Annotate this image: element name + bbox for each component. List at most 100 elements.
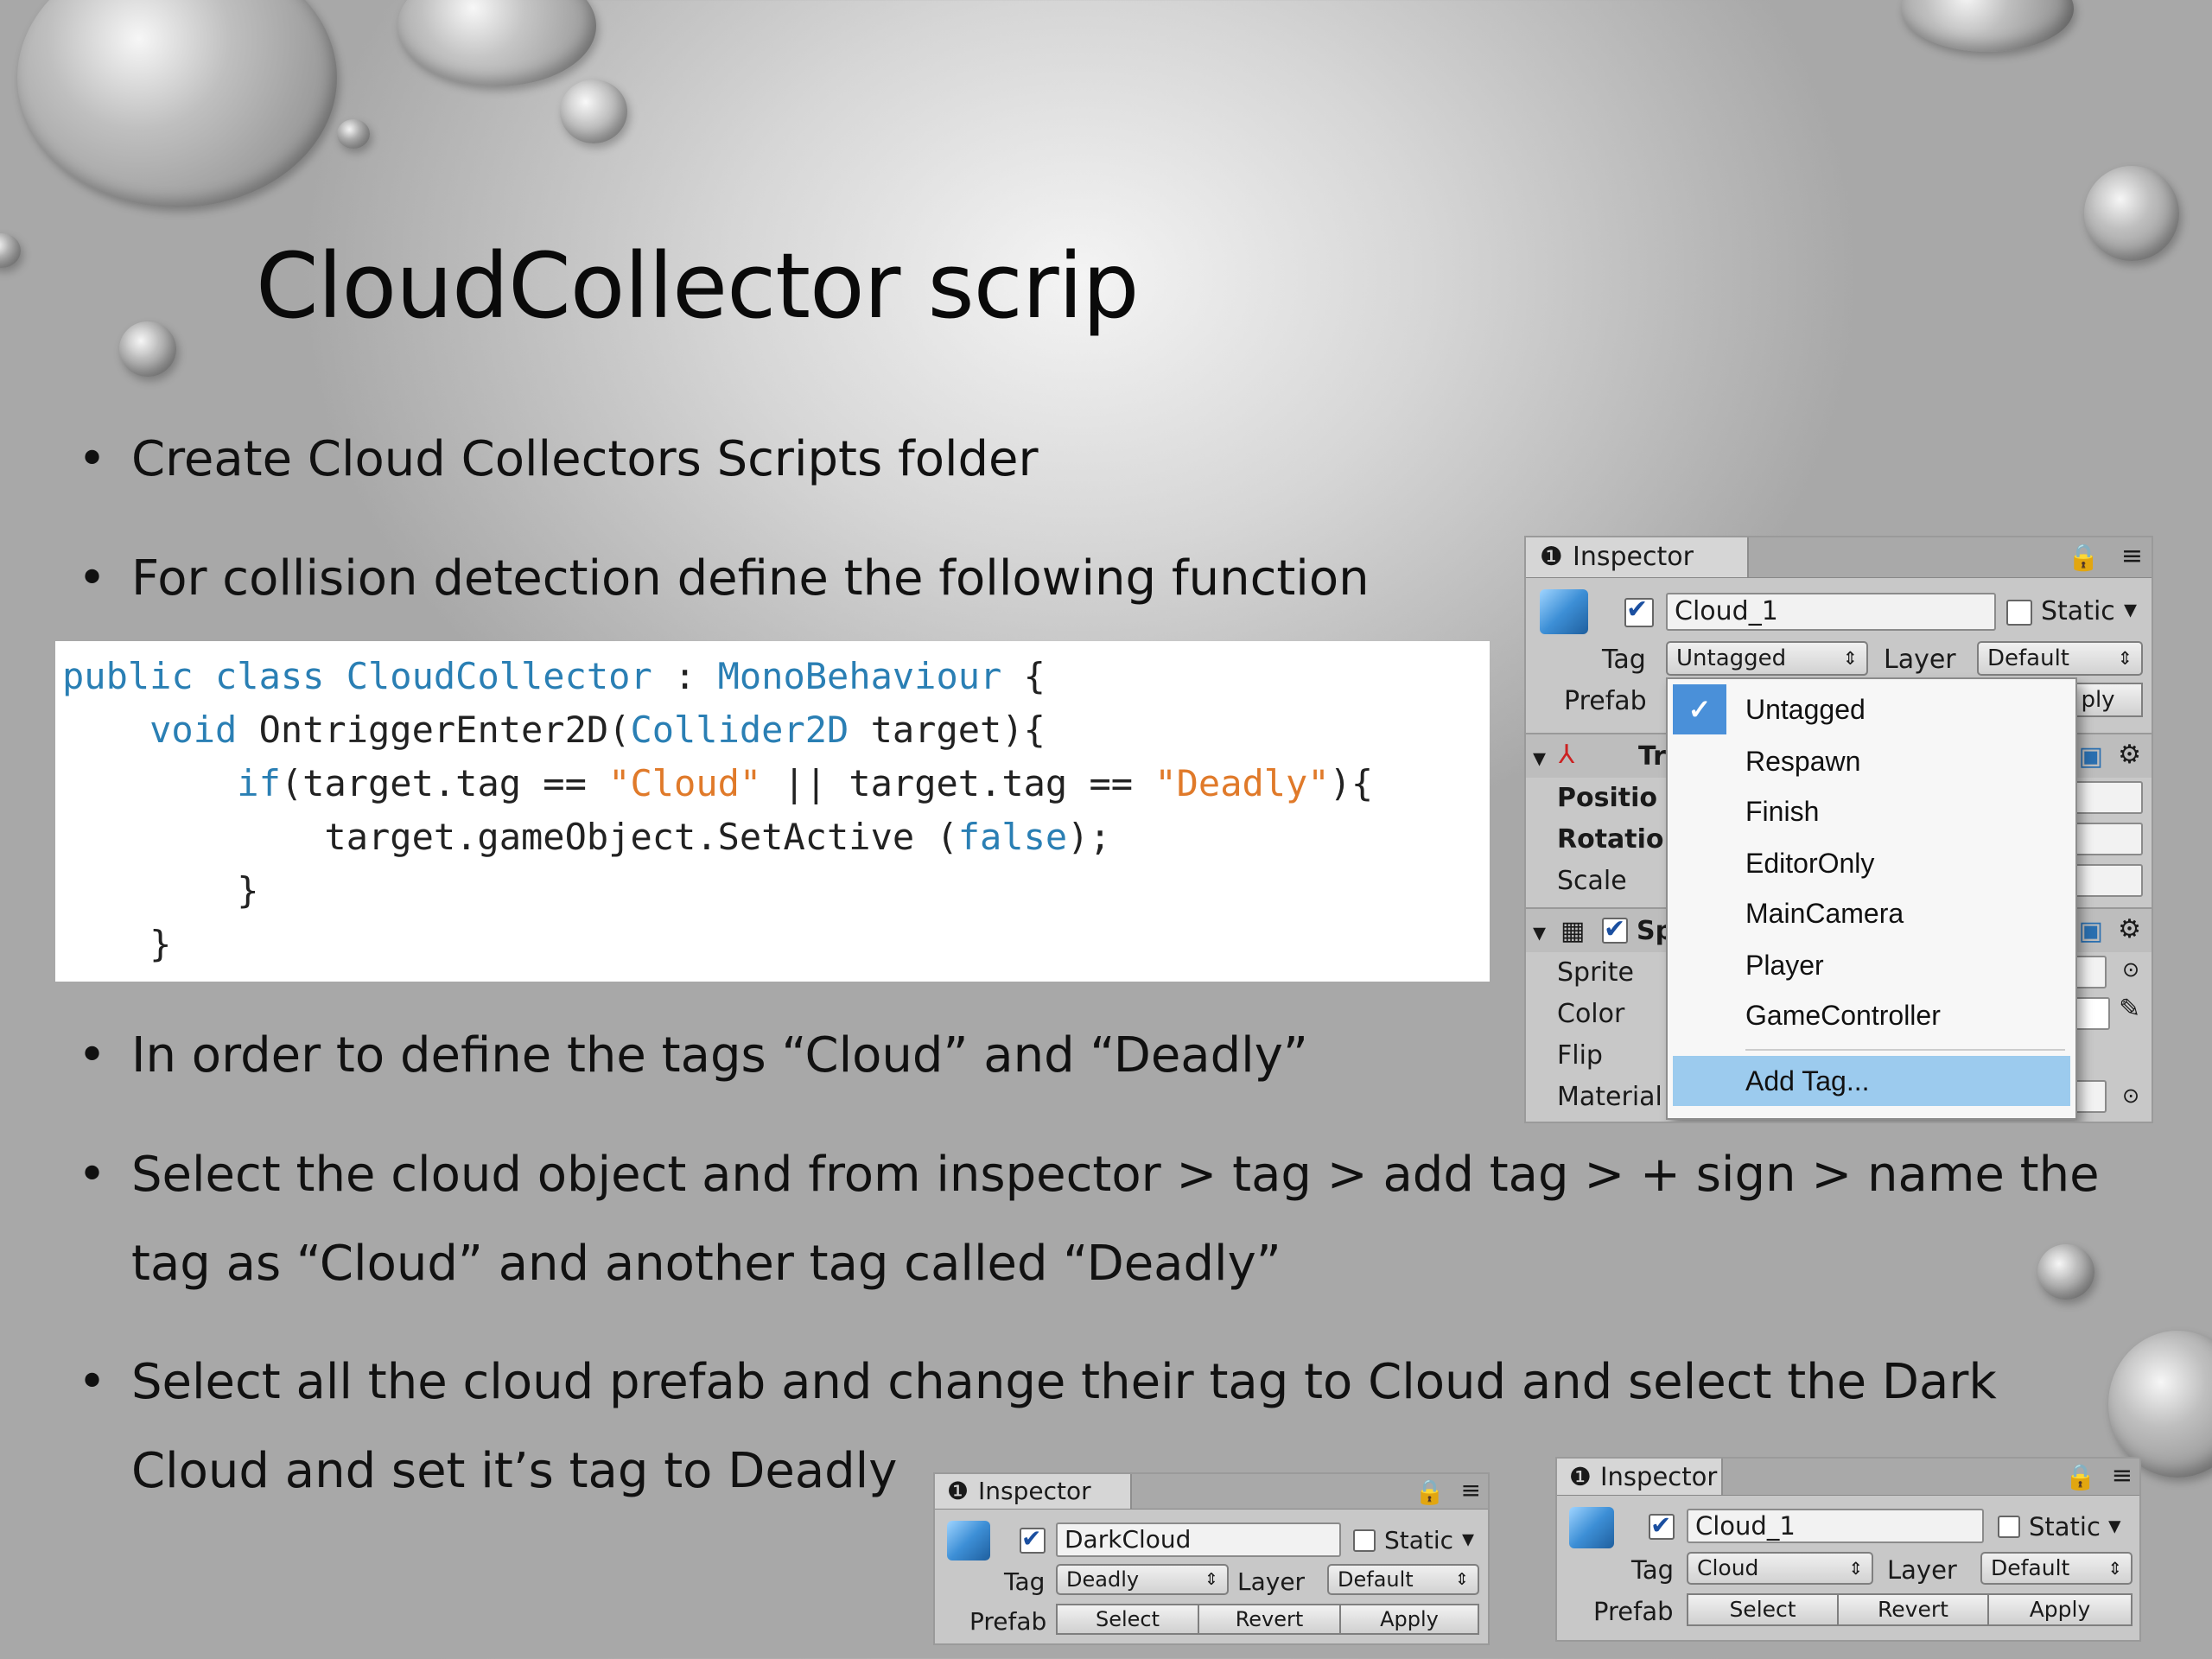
bullet-text: Select the cloud object and from inspect…	[131, 1147, 2100, 1292]
help-icon[interactable]: ▣	[2079, 741, 2103, 772]
tag-dropdown[interactable]: Cloud ⇕	[1687, 1552, 1873, 1585]
inspector-panel-main: ❶ Inspector 🔒 ≡ Cloud_1 Static ▾ Tag Unt…	[1524, 536, 2153, 1123]
static-checkbox[interactable]	[2006, 600, 2032, 626]
checkmark-icon: ✓	[1673, 684, 1726, 734]
select-button[interactable]: Select	[1056, 1604, 1199, 1635]
code-line: }	[62, 923, 172, 965]
chevron-down-icon[interactable]: ▾	[2124, 594, 2137, 625]
rotation-label: Rotatio	[1557, 824, 1664, 855]
menu-item-editoronly[interactable]: EditorOnly	[1668, 838, 2075, 888]
inspector-tabbar: ❶ Inspector 🔒 ≡	[1526, 537, 2152, 578]
menu-item-add-tag[interactable]: Add Tag...	[1673, 1056, 2070, 1106]
inspector-tab[interactable]: ❶ Inspector	[1557, 1459, 1723, 1495]
inspector-tabbar: ❶ Inspector 🔒 ≡	[935, 1474, 1488, 1510]
layer-dropdown[interactable]: Default ⇕	[1327, 1564, 1479, 1595]
menu-icon[interactable]: ≡	[2112, 1460, 2133, 1490]
sprite-renderer-enabled-checkbox[interactable]	[1602, 914, 1628, 944]
bullet-symbol: •	[78, 1354, 107, 1410]
inspector-tabbar: ❶ Inspector 🔒 ≡	[1557, 1459, 2139, 1496]
bullet-symbol: •	[78, 1147, 107, 1203]
menu-item-player[interactable]: Player	[1668, 940, 2075, 990]
inspector-tab[interactable]: ❶ Inspector	[935, 1474, 1132, 1509]
static-label: Static	[2029, 1512, 2101, 1541]
select-button[interactable]: Select	[1687, 1593, 1839, 1626]
code-line: target.gameObject.SetActive (false);	[62, 816, 1111, 858]
tag-label: Tag	[1631, 1555, 1675, 1585]
foldout-arrow-icon[interactable]: ▾	[1533, 743, 1546, 773]
gear-icon[interactable]: ⚙	[2118, 740, 2141, 770]
code-line: void OntriggerEnter2D(Collider2D target)…	[62, 709, 1046, 751]
lock-icon[interactable]: 🔒	[2068, 543, 2100, 573]
prefab-label: Prefab	[1593, 1597, 1674, 1626]
info-icon: ❶	[1569, 1462, 1592, 1491]
info-icon: ❶	[1540, 542, 1563, 572]
menu-item-finish[interactable]: Finish	[1668, 786, 2075, 836]
tag-label: Tag	[1004, 1567, 1046, 1596]
color-label: Color	[1557, 999, 1625, 1029]
tag-dropdown-menu: ✓ Untagged Respawn Finish EditorOnly Mai…	[1666, 677, 2077, 1120]
water-drop-decoration	[2108, 1331, 2212, 1478]
bullet-text: Create Cloud Collectors Scripts folder	[131, 431, 1039, 487]
transform-icon: ⅄	[1559, 740, 1575, 770]
bullet-symbol: •	[78, 1027, 107, 1084]
object-picker-icon[interactable]: ⊙	[2122, 1084, 2139, 1108]
tag-dropdown[interactable]: Untagged ⇕	[1666, 641, 1868, 676]
water-drop-decoration	[337, 119, 370, 149]
water-drop-decoration	[119, 321, 176, 377]
menu-item-maincamera[interactable]: MainCamera	[1668, 888, 2075, 938]
water-drop-decoration	[397, 0, 596, 86]
tag-dropdown[interactable]: Deadly ⇕	[1056, 1564, 1229, 1595]
sprite-renderer-icon: ▦	[1560, 916, 1586, 946]
gameobject-cube-icon	[1540, 589, 1588, 634]
menu-icon[interactable]: ≡	[1461, 1476, 1481, 1504]
info-icon: ❶	[947, 1477, 969, 1505]
scale-label: Scale	[1557, 866, 1627, 896]
revert-button[interactable]: Revert	[1198, 1604, 1341, 1635]
menu-item-untagged[interactable]: ✓ Untagged	[1668, 684, 2075, 734]
active-checkbox[interactable]	[1649, 1510, 1675, 1540]
help-icon[interactable]: ▣	[2079, 916, 2103, 946]
prefab-label: Prefab	[969, 1607, 1047, 1636]
object-name-field[interactable]: Cloud_1	[1666, 593, 1996, 631]
chevron-down-icon[interactable]: ▾	[2108, 1510, 2121, 1540]
water-drop-decoration	[17, 0, 337, 207]
menu-separator	[1745, 1049, 2065, 1051]
object-picker-icon[interactable]: ⊙	[2122, 957, 2139, 982]
foldout-arrow-icon[interactable]: ▾	[1533, 918, 1546, 948]
lock-icon[interactable]: 🔒	[1414, 1478, 1445, 1506]
inspector-panel-cloud: ❶ Inspector 🔒 ≡ Cloud_1 Static ▾ Tag Clo…	[1555, 1457, 2141, 1642]
menu-item-respawn[interactable]: Respawn	[1668, 736, 2075, 786]
position-label: Positio	[1557, 783, 1657, 813]
static-checkbox[interactable]	[1353, 1529, 1376, 1552]
revert-button[interactable]: Revert	[1837, 1593, 1989, 1626]
inspector-panel-darkcloud: ❶ Inspector 🔒 ≡ DarkCloud Static ▾ Tag D…	[933, 1472, 1490, 1645]
apply-button[interactable]: Apply	[1339, 1604, 1479, 1635]
gameobject-cube-icon	[1569, 1507, 1614, 1548]
menu-icon[interactable]: ≡	[2121, 541, 2143, 571]
layer-label: Layer	[1237, 1567, 1306, 1596]
tag-label: Tag	[1602, 645, 1646, 675]
code-line: }	[62, 869, 259, 912]
inspector-tab[interactable]: ❶ Inspector	[1526, 537, 1749, 577]
layer-dropdown[interactable]: Default ⇕	[1980, 1552, 2133, 1585]
gameobject-cube-icon	[947, 1521, 990, 1560]
layer-label: Layer	[1884, 645, 1956, 675]
water-drop-decoration	[2084, 166, 2179, 261]
prefab-label: Prefab	[1564, 686, 1647, 716]
chevron-down-icon[interactable]: ▾	[1462, 1524, 1474, 1553]
layer-dropdown[interactable]: Default ⇕	[1977, 641, 2143, 676]
water-drop-decoration	[0, 233, 21, 268]
eyedropper-icon[interactable]: ✎	[2119, 994, 2140, 1024]
gear-icon[interactable]: ⚙	[2118, 914, 2141, 944]
active-checkbox[interactable]	[1624, 594, 1654, 627]
lock-icon[interactable]: 🔒	[2065, 1462, 2096, 1492]
static-checkbox[interactable]	[1998, 1516, 2020, 1538]
apply-button[interactable]: Apply	[1987, 1593, 2133, 1626]
static-label: Static	[1384, 1526, 1454, 1554]
object-name-field[interactable]: DarkCloud	[1056, 1522, 1341, 1557]
object-name-field[interactable]: Cloud_1	[1687, 1509, 1984, 1543]
active-checkbox[interactable]	[1020, 1524, 1046, 1554]
menu-item-gamecontroller[interactable]: GameController	[1668, 990, 2075, 1040]
code-line: if(target.tag == "Cloud" || target.tag =…	[62, 762, 1374, 804]
water-drop-decoration	[1901, 0, 2074, 52]
